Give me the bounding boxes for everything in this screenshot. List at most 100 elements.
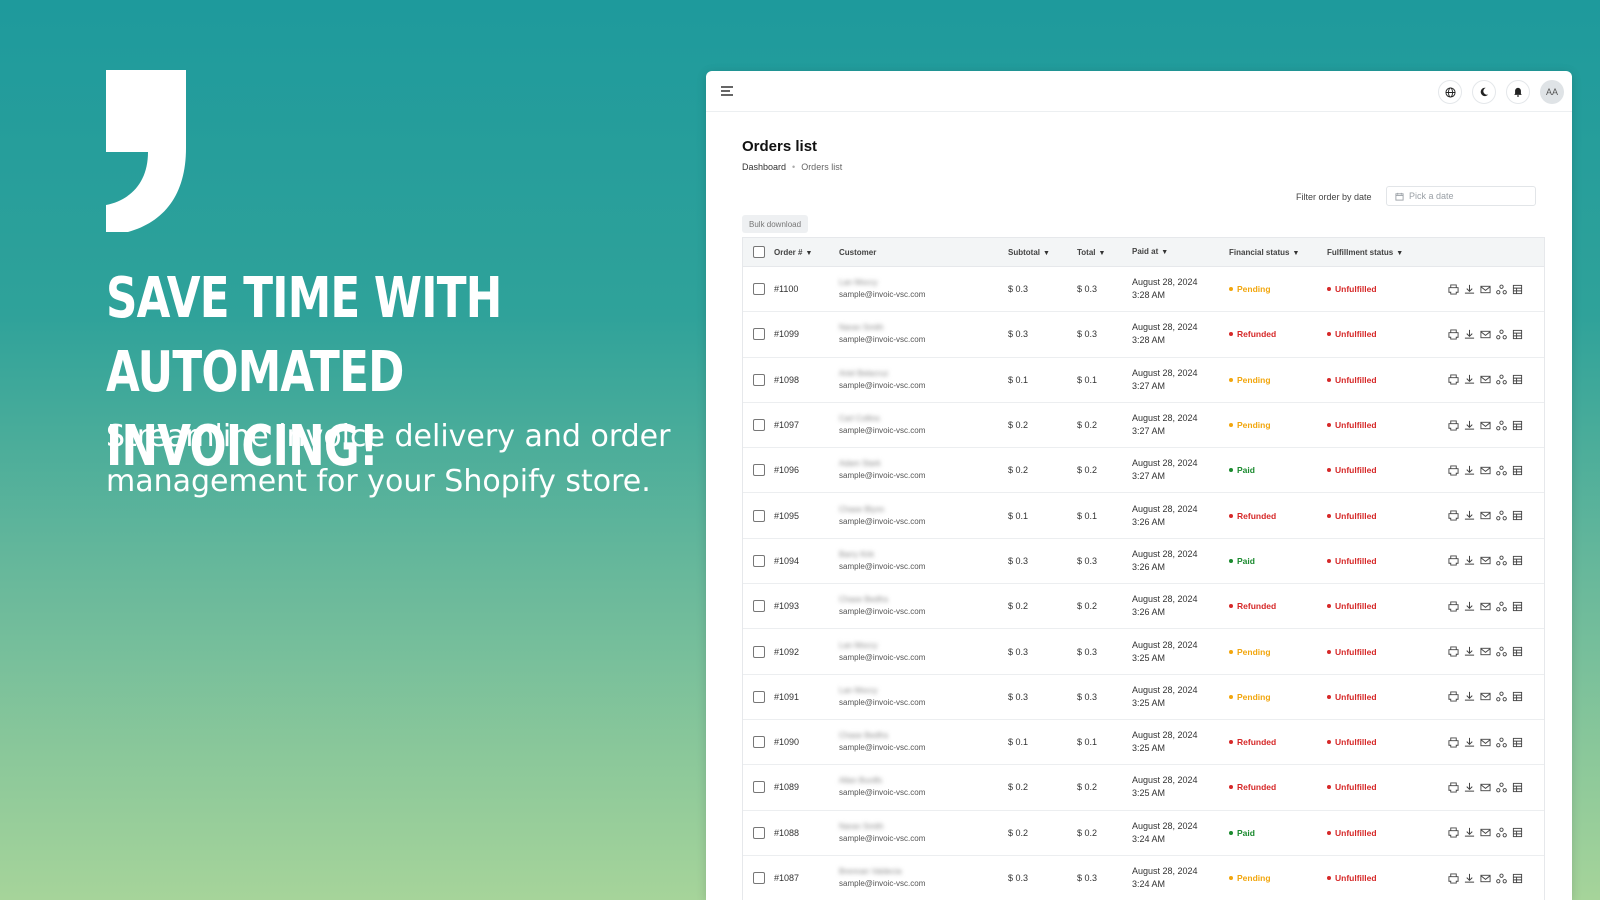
order-number[interactable]: #1091	[774, 692, 839, 702]
mail-icon[interactable]	[1480, 510, 1491, 521]
table-row[interactable]: #1088 Naran Smith sample@invoic-vsc.com $ 0…	[743, 811, 1544, 856]
dark-mode-icon[interactable]	[1472, 80, 1496, 104]
table-icon[interactable]	[1512, 510, 1523, 521]
share-icon[interactable]	[1496, 737, 1507, 748]
share-icon[interactable]	[1496, 510, 1507, 521]
table-icon[interactable]	[1512, 555, 1523, 566]
printer-icon[interactable]	[1448, 782, 1459, 793]
menu-icon[interactable]	[720, 84, 734, 98]
printer-icon[interactable]	[1448, 374, 1459, 385]
download-icon[interactable]	[1464, 737, 1475, 748]
mail-icon[interactable]	[1480, 284, 1491, 295]
printer-icon[interactable]	[1448, 329, 1459, 340]
download-icon[interactable]	[1464, 827, 1475, 838]
row-checkbox[interactable]	[752, 690, 765, 703]
download-icon[interactable]	[1464, 284, 1475, 295]
table-icon[interactable]	[1512, 420, 1523, 431]
order-number[interactable]: #1096	[774, 465, 839, 475]
order-number[interactable]: #1098	[774, 375, 839, 385]
share-icon[interactable]	[1496, 420, 1507, 431]
table-icon[interactable]	[1512, 284, 1523, 295]
mail-icon[interactable]	[1480, 374, 1491, 385]
order-number[interactable]: #1089	[774, 782, 839, 792]
row-checkbox[interactable]	[752, 328, 765, 341]
table-row[interactable]: #1100 Lan Moccy sample@invoic-vsc.com $ 0.3…	[743, 267, 1544, 313]
share-icon[interactable]	[1496, 827, 1507, 838]
mail-icon[interactable]	[1480, 555, 1491, 566]
column-subtotal[interactable]: Subtotal ▼	[1008, 248, 1077, 257]
table-row[interactable]: #1098 Ariel Belacruz sample@invoic-vsc.com…	[743, 358, 1544, 403]
table-icon[interactable]	[1512, 329, 1523, 340]
share-icon[interactable]	[1496, 465, 1507, 476]
row-checkbox[interactable]	[752, 419, 765, 432]
row-checkbox[interactable]	[752, 283, 765, 296]
table-row[interactable]: #1092 Lan Moccy sample@invoic-vsc.com $ 0.3…	[743, 629, 1544, 675]
table-icon[interactable]	[1512, 374, 1523, 385]
printer-icon[interactable]	[1448, 872, 1459, 884]
printer-icon[interactable]	[1448, 691, 1459, 702]
mail-icon[interactable]	[1480, 827, 1491, 838]
table-icon[interactable]	[1512, 873, 1523, 884]
share-icon[interactable]	[1496, 374, 1507, 385]
share-icon[interactable]	[1496, 555, 1507, 566]
avatar[interactable]: AA	[1540, 80, 1564, 104]
printer-icon[interactable]	[1448, 419, 1459, 431]
download-icon[interactable]	[1464, 374, 1475, 385]
select-all-checkbox[interactable]	[752, 246, 765, 258]
row-checkbox[interactable]	[752, 781, 765, 794]
row-checkbox[interactable]	[752, 645, 765, 658]
table-row[interactable]: #1095 Chase Blynn sample@invoic-vsc.com $ 0…	[743, 493, 1544, 539]
printer-icon[interactable]	[1448, 555, 1459, 566]
printer-icon[interactable]	[1448, 827, 1459, 838]
printer-icon[interactable]	[1448, 646, 1459, 657]
table-icon[interactable]	[1512, 782, 1523, 793]
printer-icon[interactable]	[1448, 601, 1459, 612]
row-checkbox[interactable]	[752, 872, 765, 884]
download-icon[interactable]	[1464, 782, 1475, 793]
table-icon[interactable]	[1512, 465, 1523, 476]
download-icon[interactable]	[1464, 691, 1475, 702]
mail-icon[interactable]	[1480, 329, 1491, 340]
table-row[interactable]: #1093 Chase Bedfra sample@invoic-vsc.com $ …	[743, 584, 1544, 630]
table-icon[interactable]	[1512, 646, 1523, 657]
share-icon[interactable]	[1496, 646, 1507, 657]
printer-icon[interactable]	[1448, 465, 1459, 476]
table-row[interactable]: #1096 Adam Stark sample@invoic-vsc.com $ 0.…	[743, 448, 1544, 494]
column-order[interactable]: Order # ▼	[774, 248, 839, 257]
table-icon[interactable]	[1512, 827, 1523, 838]
download-icon[interactable]	[1464, 329, 1475, 340]
order-number[interactable]: #1087	[774, 873, 839, 883]
mail-icon[interactable]	[1480, 465, 1491, 476]
mail-icon[interactable]	[1480, 691, 1491, 702]
mail-icon[interactable]	[1480, 601, 1491, 612]
table-icon[interactable]	[1512, 691, 1523, 702]
download-icon[interactable]	[1464, 420, 1475, 431]
date-picker[interactable]: Pick a date	[1386, 186, 1536, 206]
download-icon[interactable]	[1464, 555, 1475, 566]
share-icon[interactable]	[1496, 284, 1507, 295]
mail-icon[interactable]	[1480, 420, 1491, 431]
share-icon[interactable]	[1496, 601, 1507, 612]
table-row[interactable]: #1099 Naran Smith sample@invoic-vsc.com $ 0…	[743, 312, 1544, 358]
row-checkbox[interactable]	[752, 373, 765, 386]
share-icon[interactable]	[1496, 329, 1507, 340]
mail-icon[interactable]	[1480, 782, 1491, 793]
share-icon[interactable]	[1496, 782, 1507, 793]
bell-icon[interactable]	[1506, 80, 1530, 104]
share-icon[interactable]	[1496, 873, 1507, 884]
row-checkbox[interactable]	[752, 554, 765, 567]
column-financial-status[interactable]: Financial status ▼	[1229, 248, 1327, 257]
row-checkbox[interactable]	[752, 464, 765, 477]
printer-icon[interactable]	[1448, 284, 1459, 295]
column-total[interactable]: Total ▼	[1077, 248, 1132, 257]
order-number[interactable]: #1095	[774, 511, 839, 521]
order-number[interactable]: #1099	[774, 329, 839, 339]
download-icon[interactable]	[1464, 465, 1475, 476]
table-icon[interactable]	[1512, 601, 1523, 612]
row-checkbox[interactable]	[752, 826, 765, 839]
mail-icon[interactable]	[1480, 737, 1491, 748]
table-icon[interactable]	[1512, 737, 1523, 748]
bulk-download-button[interactable]: Bulk download	[742, 215, 809, 233]
table-row[interactable]: #1091 Lan Moccy sample@invoic-vsc.com $ 0.3…	[743, 675, 1544, 720]
breadcrumb-dashboard[interactable]: Dashboard	[742, 162, 786, 172]
